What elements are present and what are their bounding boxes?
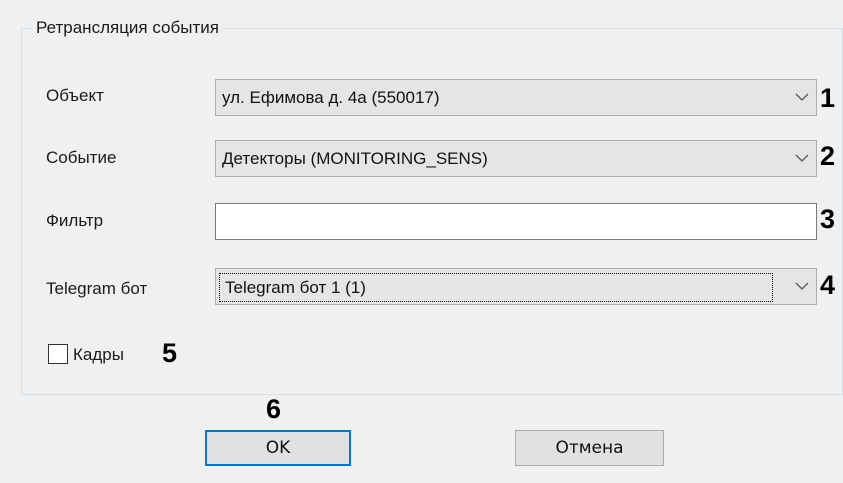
relay-event-dialog: Ретрансляция события Объект ул. Ефимова …	[0, 0, 843, 483]
chevron-down-icon	[795, 93, 809, 101]
callout-5: 5	[162, 338, 178, 368]
chevron-down-icon	[795, 282, 809, 290]
event-combobox[interactable]: Детекторы (MONITORING_SENS)	[215, 140, 817, 177]
object-combobox-value: ул. Ефимова д. 4а (550017)	[222, 88, 440, 107]
telegram-bot-combobox-value: Telegram бот 1 (1)	[219, 273, 773, 302]
callout-3: 3	[820, 204, 836, 234]
callout-4: 4	[820, 270, 836, 300]
chevron-down-icon	[795, 154, 809, 162]
event-combobox-value: Детекторы (MONITORING_SENS)	[222, 149, 488, 168]
frames-checkbox[interactable]	[48, 344, 68, 364]
event-label: Событие	[46, 148, 117, 167]
cancel-button[interactable]: Отмена	[515, 430, 664, 466]
object-combobox[interactable]: ул. Ефимова д. 4а (550017)	[215, 79, 817, 116]
telegram-bot-label: Telegram бот	[46, 279, 148, 298]
filter-input[interactable]	[215, 203, 817, 240]
callout-6: 6	[266, 394, 282, 424]
object-label: Объект	[46, 86, 104, 105]
group-title: Ретрансляция события	[33, 18, 222, 38]
ok-button[interactable]: OK	[205, 430, 351, 466]
frames-checkbox-label[interactable]: Кадры	[73, 345, 124, 365]
filter-label: Фильтр	[46, 211, 104, 230]
telegram-bot-combobox[interactable]: Telegram бот 1 (1)	[215, 268, 817, 305]
callout-1: 1	[820, 83, 836, 113]
callout-2: 2	[820, 141, 836, 171]
